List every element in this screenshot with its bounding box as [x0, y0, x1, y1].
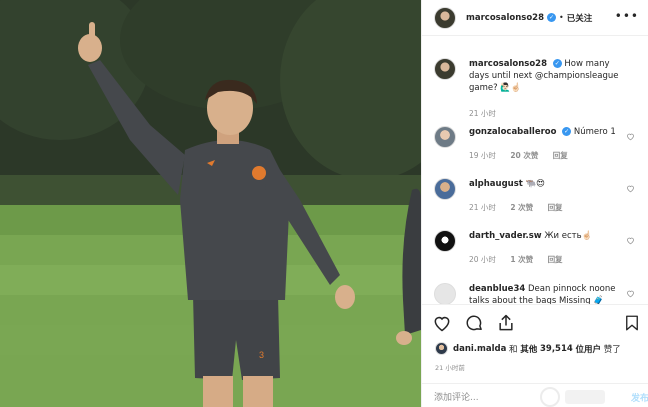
- comment-text: Жи есть☝🏻: [544, 231, 593, 241]
- share-icon[interactable]: [496, 313, 516, 333]
- comment-likes[interactable]: 2 次赞: [510, 203, 533, 212]
- post-side-panel: marcosalonso28 ✓ • 已关注 ••• marcosalonso2…: [421, 0, 648, 407]
- comment-body: gonzalocaballeroo ✓ Número 1: [469, 126, 629, 138]
- likes-summary: dani.malda 和 其他 39,514 位用户 赞了: [435, 342, 621, 355]
- instagram-post: 3 marcosalonso28 ✓ • 已关注 ••• marcosalons…: [0, 0, 648, 407]
- reply-button[interactable]: 回复: [548, 255, 563, 264]
- likes-suffix: 位用户: [575, 344, 602, 355]
- likes-count[interactable]: 39,514: [540, 344, 573, 354]
- caption-time: 21 小时: [469, 109, 496, 118]
- comment-time: 19 小时: [469, 151, 496, 160]
- heart-icon[interactable]: [626, 289, 635, 298]
- comment-time: 21 小时: [469, 203, 496, 212]
- header-separator: •: [559, 13, 564, 22]
- post-comment-button[interactable]: 发布: [631, 391, 648, 404]
- likes-and: 和: [509, 344, 518, 355]
- more-options-icon[interactable]: •••: [615, 10, 639, 22]
- comments-list[interactable]: marcosalonso28 ✓ How many days until nex…: [422, 36, 648, 304]
- liker-username[interactable]: dani.malda: [453, 344, 506, 354]
- post-timestamp[interactable]: 21 小时前: [435, 362, 465, 372]
- add-comment-bar: 添加评论... 发布: [422, 383, 648, 407]
- caption-body: marcosalonso28 ✓ How many days until nex…: [469, 58, 629, 94]
- watermark-logo: [540, 387, 605, 407]
- bookmark-icon[interactable]: [623, 313, 641, 333]
- comment-avatar[interactable]: [434, 178, 456, 200]
- post-photo[interactable]: 3: [0, 0, 421, 407]
- comment-meta: 20 小时 1 次赞 回复: [469, 254, 575, 265]
- comment-username[interactable]: darth_vader.sw: [469, 231, 542, 241]
- comment-avatar[interactable]: [434, 283, 456, 304]
- action-icons: [432, 313, 528, 333]
- comment-username[interactable]: deanblue34: [469, 284, 525, 294]
- caption-avatar[interactable]: [434, 58, 456, 80]
- photo-illustration: 3: [0, 0, 421, 407]
- comment-meta: 21 小时 2 次赞 回复: [469, 202, 575, 213]
- verified-badge-icon: ✓: [547, 13, 556, 22]
- add-comment-input[interactable]: 添加评论...: [434, 390, 479, 403]
- comment-body: alphaugust 🐃😍: [469, 178, 629, 190]
- comment-avatar[interactable]: [434, 230, 456, 252]
- heart-icon[interactable]: [626, 132, 635, 141]
- comment-username[interactable]: alphaugust: [469, 179, 523, 189]
- svg-text:3: 3: [259, 350, 264, 360]
- verified-badge-icon: ✓: [562, 127, 572, 136]
- author-username[interactable]: marcosalonso28: [466, 13, 544, 23]
- comment-likes[interactable]: 20 次赞: [510, 151, 538, 160]
- comment-username[interactable]: gonzalocaballeroo: [469, 127, 556, 137]
- heart-icon[interactable]: [626, 184, 635, 193]
- liker-avatar[interactable]: [435, 342, 448, 355]
- reply-button[interactable]: 回复: [548, 203, 563, 212]
- comment-icon[interactable]: [464, 313, 484, 333]
- post-header: marcosalonso28 ✓ • 已关注 •••: [422, 0, 648, 36]
- reply-button[interactable]: 回复: [553, 151, 568, 160]
- heart-icon[interactable]: [626, 236, 635, 245]
- author-avatar[interactable]: [434, 6, 456, 29]
- post-actions: dani.malda 和 其他 39,514 位用户 赞了 21 小时前 添加评…: [422, 304, 648, 407]
- comment-text: Número 1: [573, 127, 616, 137]
- comment-likes[interactable]: 1 次赞: [510, 255, 533, 264]
- comment-body: deanblue34 Dean pinnock noone talks abou…: [469, 283, 629, 304]
- caption-username[interactable]: marcosalonso28: [469, 59, 547, 69]
- comment-body: darth_vader.sw Жи есть☝🏻: [469, 230, 629, 242]
- likes-action: 赞了: [603, 344, 621, 355]
- comment-meta: 19 小时 20 次赞 回复: [469, 150, 580, 161]
- follow-status-button[interactable]: 已关注: [567, 12, 593, 24]
- heart-icon[interactable]: [432, 313, 452, 333]
- verified-badge-icon: ✓: [552, 59, 562, 68]
- comment-text: 🐃😍: [525, 179, 545, 189]
- comment-time: 20 小时: [469, 255, 496, 264]
- comment-avatar[interactable]: [434, 126, 456, 148]
- caption-meta: 21 小时: [469, 108, 508, 119]
- likes-others-label[interactable]: 其他: [520, 343, 537, 355]
